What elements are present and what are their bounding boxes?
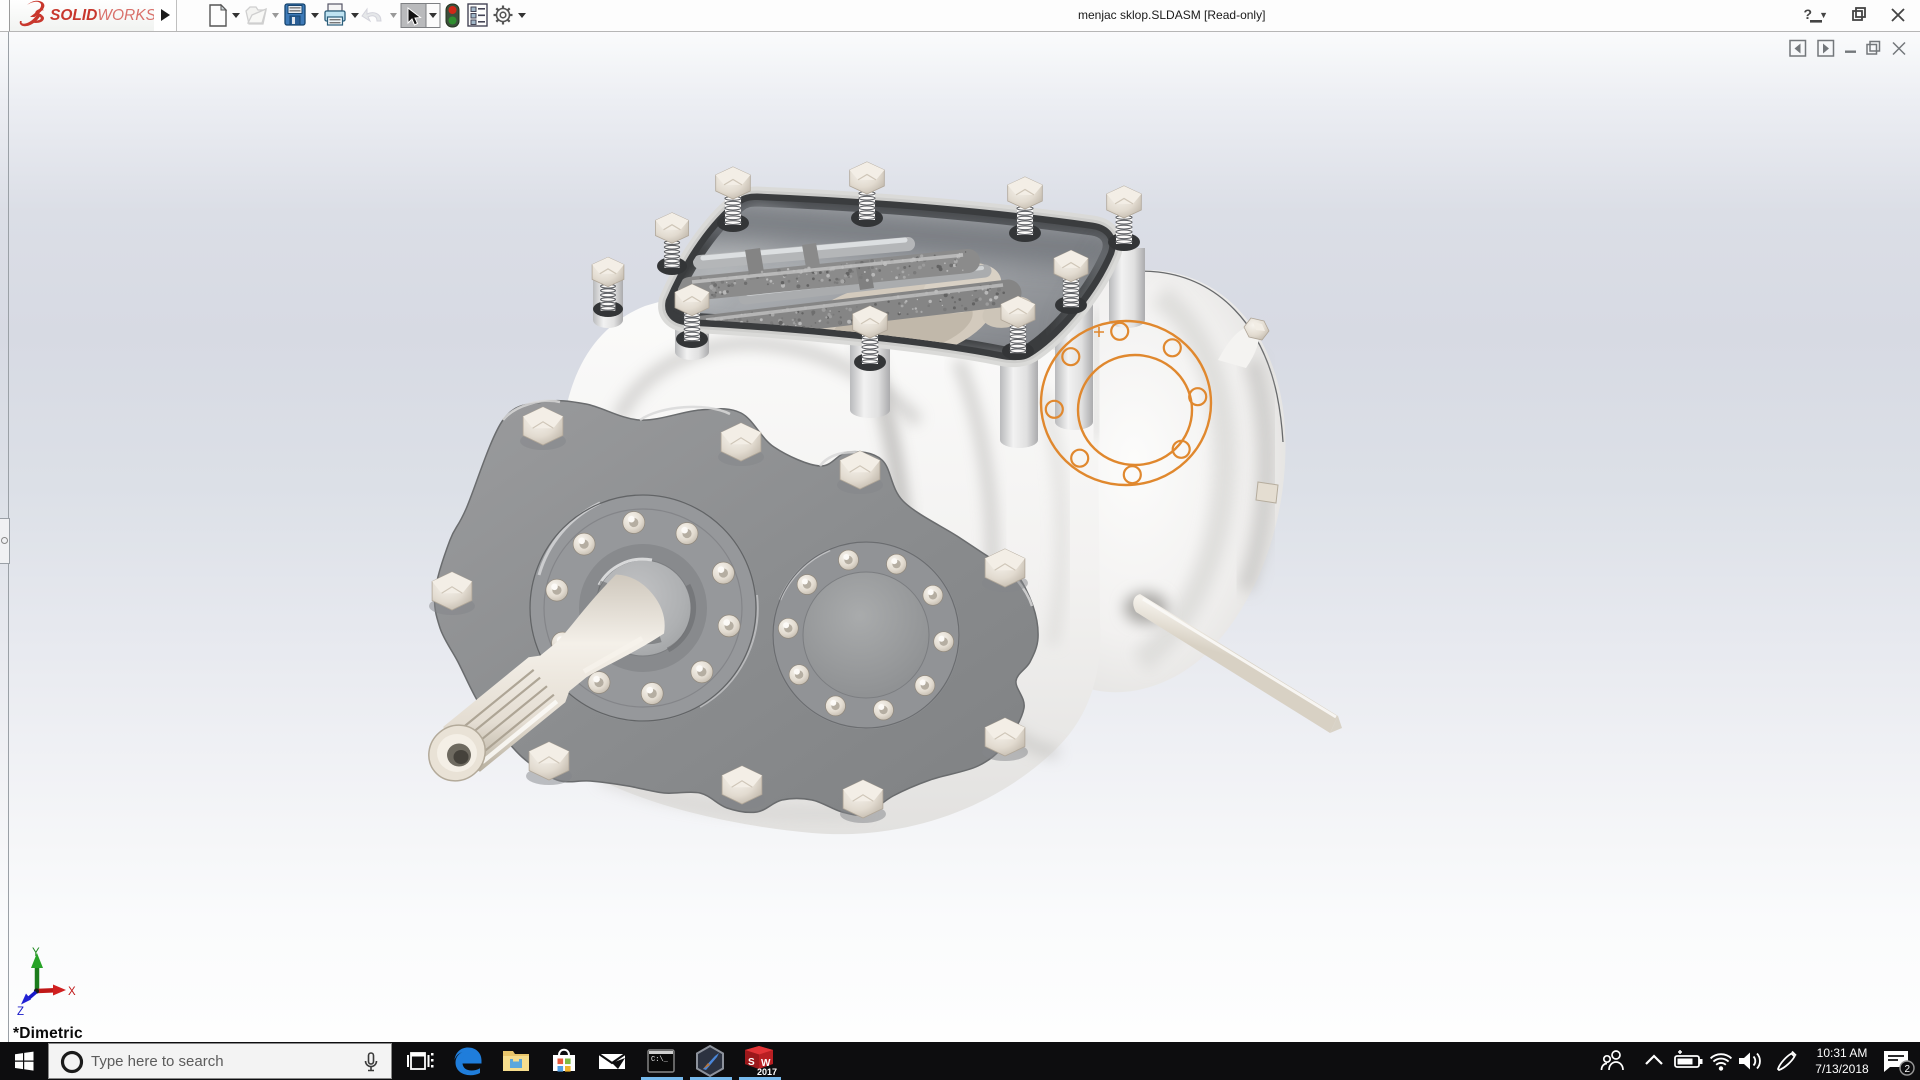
svg-text:2017: 2017 <box>757 1067 777 1077</box>
svg-text:Z: Z <box>17 1006 24 1018</box>
svg-text:C:\_: C:\_ <box>651 1056 669 1064</box>
svg-text:S: S <box>748 1057 755 1068</box>
svg-text:X: X <box>68 986 76 998</box>
svg-text:2: 2 <box>1905 1064 1911 1075</box>
